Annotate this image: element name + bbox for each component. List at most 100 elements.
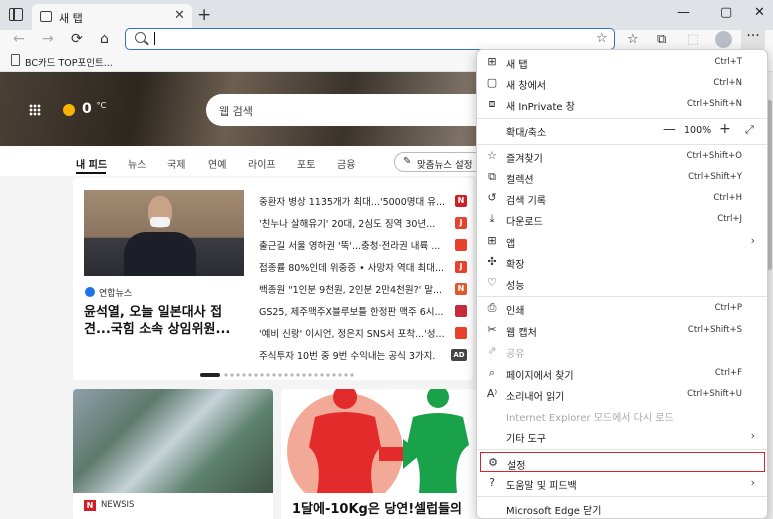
- profile-avatar[interactable]: [715, 31, 732, 48]
- maximize-button[interactable]: ▢: [720, 5, 732, 20]
- history-icon: ↺: [487, 191, 497, 204]
- news-list-item[interactable]: '예비 신랑' 이시언, 정은지 SNS서 포착...'성...: [259, 326, 467, 340]
- news-item-title: '예비 신랑' 이시언, 정은지 SNS서 포착...'성...: [259, 329, 445, 340]
- weather-sun-icon: [63, 104, 75, 116]
- news-card-diet[interactable]: 1달에-10Kg은 당연!셀럽들의: [281, 389, 481, 519]
- news-list-item[interactable]: GS25, 제주맥주X블루보틀 한정판 맥주 6시...: [259, 304, 467, 318]
- news-source-logo: N: [455, 195, 467, 207]
- main-headline[interactable]: 윤석열, 오늘 일본대사 접견...국힘 소속 상임위원...: [84, 304, 244, 338]
- news-list-item[interactable]: 백종원 "1인분 9천원, 2인분 2만4천원?' 말... N: [259, 282, 467, 296]
- read-aloud-icon: A⁾: [486, 387, 498, 400]
- tab-my-feed[interactable]: 내 피드: [76, 156, 107, 171]
- news-source-logo: [455, 305, 467, 317]
- new-tab-icon: ⊞: [487, 55, 497, 68]
- weather-temperature[interactable]: 0 °C: [82, 101, 106, 117]
- menu-new-tab[interactable]: ⊞ 새 탭 Ctrl+T: [477, 52, 767, 73]
- carousel-dot-active[interactable]: [200, 373, 220, 377]
- heartbeat-icon: ♡: [487, 276, 497, 289]
- tab-world[interactable]: 국제: [167, 156, 185, 171]
- tab-actions-icon[interactable]: [9, 8, 23, 21]
- puzzle-icon: ✣: [487, 255, 497, 268]
- address-input[interactable]: [158, 31, 578, 47]
- news-list-item[interactable]: 주식투자 10번 중 9번 수익내는 공식 3가지. AD: [259, 348, 467, 362]
- menu-find-on-page[interactable]: ⌕ 페이지에서 찾기 Ctrl+F: [477, 363, 767, 384]
- tab-close-icon[interactable]: ✕: [174, 8, 185, 23]
- favorites-icon[interactable]: ☆: [627, 32, 639, 47]
- carousel-dots[interactable]: [223, 373, 356, 377]
- menu-favorites[interactable]: ☆ 즐겨찾기 Ctrl+Shift+O: [477, 146, 767, 167]
- menu-separator: [477, 496, 767, 497]
- news-item-title: GS25, 제주맥주X블루보틀 한정판 맥주 6시...: [259, 307, 444, 318]
- settings-and-more-button[interactable]: ···: [741, 28, 765, 50]
- menu-separator: [477, 296, 767, 297]
- help-icon: ?: [489, 476, 495, 489]
- active-tab-indicator: [76, 172, 106, 174]
- menu-history[interactable]: ↺ 검색 기록 Ctrl+H: [477, 188, 767, 209]
- pencil-icon: ✎: [403, 156, 412, 167]
- tab-finance[interactable]: 금융: [337, 156, 355, 171]
- personalize-button[interactable]: ✎ 맞춤뉴스 설정: [394, 152, 484, 172]
- news-list-item[interactable]: 접종률 80%인데 위중증 • 사망자 역대 최대... J: [259, 260, 467, 274]
- menu-close-edge[interactable]: Microsoft Edge 닫기: [477, 498, 767, 518]
- add-favorite-star-icon[interactable]: ☆: [596, 31, 608, 46]
- back-button[interactable]: ←: [13, 31, 25, 47]
- diet-illustration: [281, 389, 481, 493]
- carousel-indicator[interactable]: [200, 373, 356, 377]
- menu-inprivate[interactable]: ⧈ 새 InPrivate 창 Ctrl+Shift+N: [477, 94, 767, 115]
- menu-new-window[interactable]: ▢ 새 창에서 Ctrl+N: [477, 73, 767, 94]
- menu-separator: [477, 118, 767, 119]
- tab-photo[interactable]: 포토: [297, 156, 315, 171]
- menu-web-capture[interactable]: ✂ 웹 캡처 Ctrl+Shift+S: [477, 320, 767, 341]
- tab-new-tab[interactable]: 새 탭 ✕: [32, 4, 192, 30]
- card-headline: 1달에-10Kg은 당연!셀럽들의: [292, 502, 463, 517]
- new-tab-favicon-icon: [40, 11, 52, 22]
- new-tab-button[interactable]: +: [197, 5, 211, 25]
- address-bar[interactable]: ☆: [125, 28, 615, 50]
- menu-print[interactable]: ⎙ 인쇄 Ctrl+P: [477, 298, 767, 319]
- zoom-level: 100%: [684, 125, 712, 136]
- tab-entertainment[interactable]: 연예: [208, 156, 226, 171]
- photo-mask: [150, 217, 170, 227]
- news-source-logo: N: [455, 283, 467, 295]
- news-card-newsis[interactable]: N NEWSIS: [73, 389, 273, 519]
- new-window-icon: ▢: [486, 76, 498, 89]
- forward-button[interactable]: →: [42, 31, 54, 47]
- menu-apps[interactable]: ⊞ 앱 ›: [477, 231, 767, 252]
- app-launcher-icon[interactable]: [29, 104, 41, 116]
- news-source-logo: [455, 239, 467, 251]
- zoom-out-button[interactable]: —: [663, 122, 676, 137]
- news-item-title: '친누나 살해유기' 20대, 2심도 징역 30년...: [259, 219, 436, 230]
- menu-performance[interactable]: ♡ 성능: [477, 273, 767, 294]
- chevron-right-icon: ›: [750, 234, 755, 247]
- menu-collections[interactable]: ⧉ 컬렉션 Ctrl+Shift+Y: [477, 167, 767, 188]
- zoom-in-button[interactable]: +: [719, 121, 731, 137]
- newsis-logo: N: [84, 500, 96, 511]
- news-list-item[interactable]: '친누나 살해유기' 20대, 2심도 징역 30년... J: [259, 216, 467, 230]
- news-item-title: 접종률 80%인데 위중증 • 사망자 역대 최대...: [259, 263, 444, 274]
- home-button[interactable]: ⌂: [100, 31, 109, 47]
- menu-help-feedback[interactable]: ? 도움말 및 피드백 ›: [477, 473, 767, 494]
- collections-icon: ⧉: [488, 170, 496, 183]
- title-bar: 새 탭 ✕ + — ▢ ✕: [0, 0, 773, 30]
- tab-news[interactable]: 뉴스: [128, 156, 146, 171]
- extension-icon[interactable]: ⬚: [687, 32, 699, 47]
- news-item-title: 주식투자 10번 중 9번 수익내는 공식 3가지.: [259, 351, 436, 362]
- tab-life[interactable]: 라이프: [248, 156, 276, 171]
- minimize-button[interactable]: —: [677, 5, 690, 20]
- menu-settings[interactable]: ⚙ 설정: [480, 452, 765, 472]
- refresh-button[interactable]: ⟳: [71, 31, 83, 47]
- favorite-bc-card[interactable]: BC카드 TOP포인트...: [25, 55, 113, 69]
- fullscreen-icon[interactable]: ⤢: [745, 123, 754, 137]
- menu-separator: [477, 144, 767, 145]
- news-list-item[interactable]: 중환자 병상 1135개가 최대...'5000명대 유... N: [259, 194, 467, 208]
- menu-more-tools[interactable]: 기타 도구 ›: [477, 426, 767, 447]
- menu-extensions[interactable]: ✣ 확장: [477, 252, 767, 273]
- menu-downloads[interactable]: ⤓ 다운로드 Ctrl+J: [477, 209, 767, 230]
- apps-grid-icon: ⊞: [487, 234, 497, 247]
- close-window-button[interactable]: ✕: [754, 5, 765, 20]
- news-list-item[interactable]: 출근길 서울 영하권 '뚝'...충청·전라권 내륙 ...: [259, 238, 467, 252]
- web-search-box[interactable]: 웹 검색: [206, 94, 496, 126]
- collections-icon[interactable]: ⧉: [657, 32, 666, 47]
- menu-read-aloud[interactable]: A⁾ 소리내어 읽기 Ctrl+Shift+U: [477, 384, 767, 405]
- source-name: 연합뉴스: [99, 289, 133, 299]
